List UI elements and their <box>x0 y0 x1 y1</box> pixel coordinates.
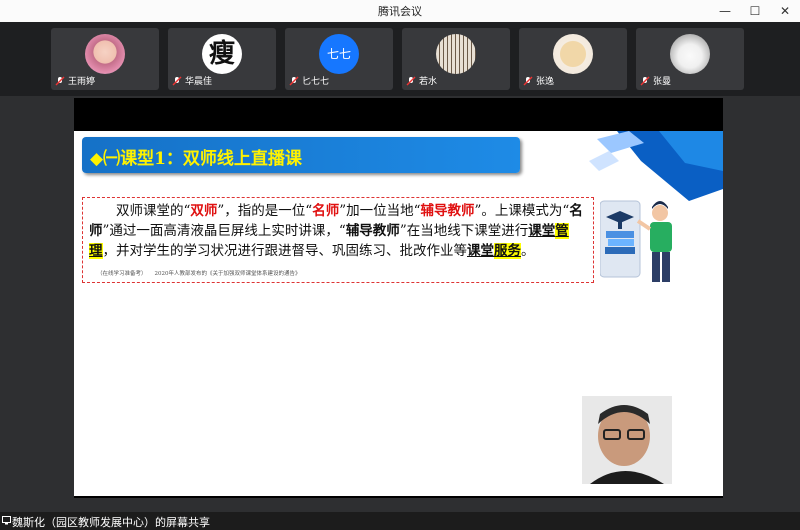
mic-muted-icon <box>289 76 299 85</box>
source-note: （在线学习准备考） <box>97 271 147 277</box>
participant-tile[interactable]: 王雨婷 <box>51 28 159 90</box>
participant-name: 匕七七 <box>302 77 330 87</box>
avatar <box>553 34 593 74</box>
mic-muted-icon <box>55 76 65 85</box>
definition-textbox: 双师课堂的“双师”，指的是一位“名师”加一位当地“辅导教师”。上课模式为“名师”… <box>82 197 594 283</box>
source-note: 2020年人教部发布的《关于加强双师课堂体系建设的通告》 <box>154 271 301 277</box>
window-title: 腾讯会议 <box>378 5 422 18</box>
mic-muted-icon <box>172 76 182 85</box>
participant-tile[interactable]: 瘦 华晨佳 <box>168 28 276 90</box>
mic-muted-icon <box>523 76 533 85</box>
avatar: 瘦 <box>202 34 242 74</box>
participant-tile[interactable]: 七七 匕七七 <box>285 28 393 90</box>
participant-strip: 王雨婷 瘦 华晨佳 七七 匕七七 若水 张逸 张曼 <box>0 22 800 96</box>
participant-name: 张逸 <box>536 77 555 87</box>
participant-tile[interactable]: 张曼 <box>636 28 744 90</box>
avatar <box>85 34 125 74</box>
participant-name: 王雨婷 <box>68 77 96 87</box>
slide-heading-banner: ◆㈠课型1：双师线上直播课 <box>82 137 520 173</box>
avatar <box>436 34 476 74</box>
mic-muted-icon <box>406 76 416 85</box>
screen-share-label: 魏斯化（园区教师发展中心）的屏幕共享 <box>12 516 210 529</box>
mic-muted-icon <box>640 76 650 85</box>
slide-content: ◆㈠课型1：双师线上直播课 双师课堂的“双师”，指的是一位“名师”加一位当地“辅… <box>74 131 723 496</box>
participant-name: 华晨佳 <box>185 77 213 87</box>
decoration-shapes <box>589 131 723 201</box>
teacher-tablet-illustration <box>600 200 672 282</box>
definition-paragraph: 双师课堂的“双师”，指的是一位“名师”加一位当地“辅导教师”。上课模式为“名师”… <box>89 203 583 277</box>
participant-tile[interactable]: 张逸 <box>519 28 627 90</box>
participant-name: 张曼 <box>653 77 672 87</box>
avatar: 七七 <box>319 34 359 74</box>
shared-screen-stage: ◆㈠课型1：双师线上直播课 双师课堂的“双师”，指的是一位“名师”加一位当地“辅… <box>0 96 800 530</box>
slide-heading: ◆㈠课型1：双师线上直播课 <box>90 149 302 169</box>
presenter-camera <box>582 396 672 484</box>
close-button[interactable]: ✕ <box>770 0 800 22</box>
screen-share-bar: 魏斯化（园区教师发展中心）的屏幕共享 <box>0 512 800 530</box>
screen-share-icon <box>2 516 11 525</box>
window-controls: — ☐ ✕ <box>710 0 800 22</box>
participant-tile[interactable]: 若水 <box>402 28 510 90</box>
minimize-button[interactable]: — <box>710 0 740 22</box>
maximize-button[interactable]: ☐ <box>740 0 770 22</box>
avatar <box>670 34 710 74</box>
title-bar: 腾讯会议 — ☐ ✕ <box>0 0 800 23</box>
presenter-video-icon <box>582 396 672 484</box>
shared-slide: ◆㈠课型1：双师线上直播课 双师课堂的“双师”，指的是一位“名师”加一位当地“辅… <box>74 98 723 498</box>
participant-name: 若水 <box>419 77 438 87</box>
